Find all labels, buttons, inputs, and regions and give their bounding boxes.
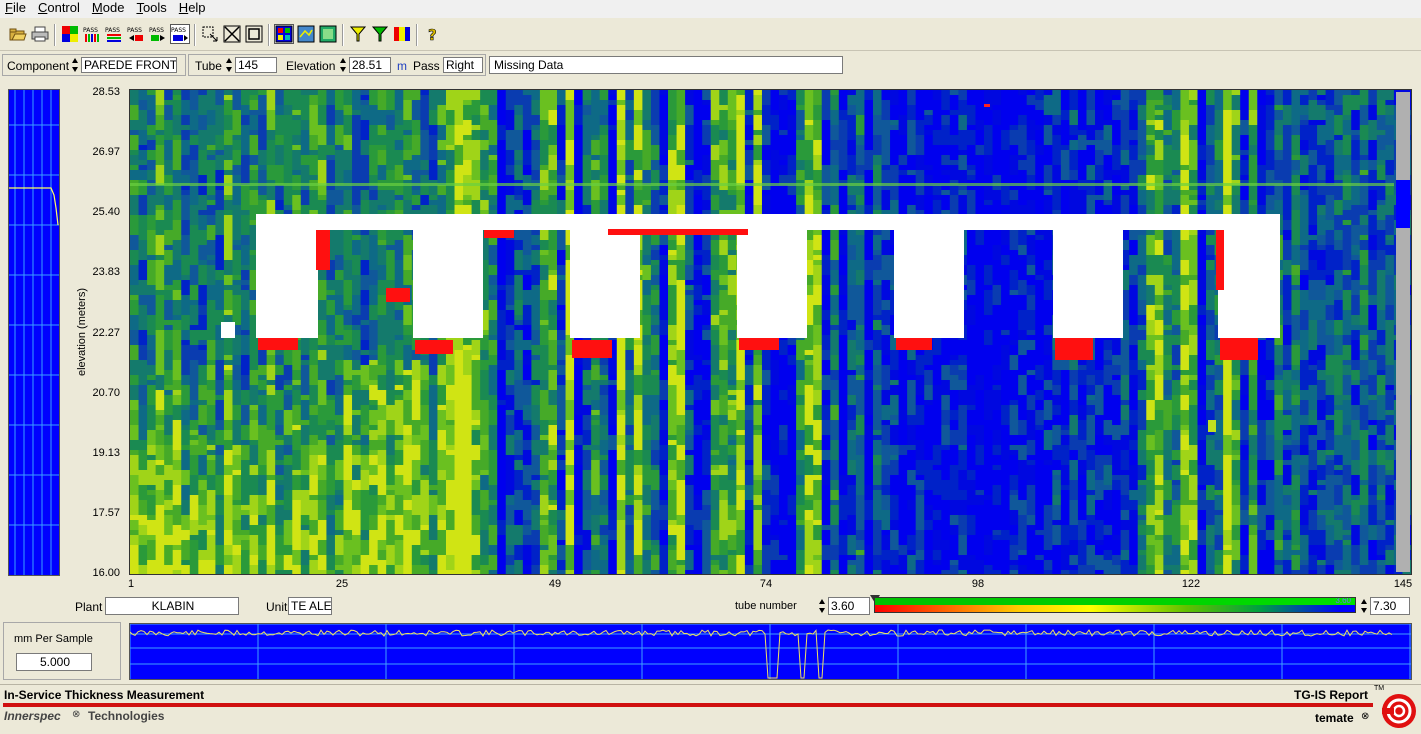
color-max-spinner[interactable] — [1360, 598, 1369, 614]
brand-technologies: Technologies — [88, 709, 164, 723]
x-tick-label: 1 — [111, 578, 151, 590]
plant-label: Plant — [75, 600, 102, 614]
red-divider — [3, 703, 1373, 707]
overview-panel[interactable] — [8, 89, 60, 576]
menu-control[interactable]: Control — [33, 0, 87, 16]
component-spinner[interactable] — [71, 57, 80, 73]
svg-text:PASS: PASS — [127, 27, 142, 34]
y-tick-label: 23.83 — [62, 266, 120, 278]
sample-group: mm Per Sample 5.000 — [3, 622, 121, 680]
svg-text:PASS: PASS — [171, 27, 186, 34]
x-tick-label: 25 — [322, 578, 362, 590]
overview-grid — [9, 90, 59, 575]
fit-icon[interactable] — [222, 24, 242, 44]
elevation-unit: m — [397, 59, 407, 73]
status-bar: In-Service Thickness Measurement TG-IS R… — [0, 684, 1421, 734]
pass-icon-1[interactable]: PASS — [82, 24, 102, 44]
mm-per-sample-label: mm Per Sample — [14, 633, 93, 645]
x-tick-label: 145 — [1383, 578, 1421, 590]
parameter-bar: Component PAREDE FRONTA Tube 145 Elevati… — [0, 52, 1421, 79]
component-label: Component — [7, 59, 69, 73]
x-tick-label: 49 — [535, 578, 575, 590]
y-tick-label: 26.97 — [62, 146, 120, 158]
thickness-heatmap[interactable] — [129, 89, 1412, 575]
status-message: Missing Data — [489, 56, 843, 74]
tube-label: Tube — [195, 59, 222, 73]
color-min-field[interactable]: 3.60 — [828, 597, 870, 615]
unit-field[interactable]: TE ALE — [288, 597, 332, 615]
color-max-field[interactable]: 7.30 — [1370, 597, 1410, 615]
pass-icon-2[interactable]: PASS — [104, 24, 124, 44]
y-tick-label: 22.27 — [62, 327, 120, 339]
component-field[interactable]: PAREDE FRONTA — [81, 57, 177, 73]
y-tick-label: 25.40 — [62, 206, 120, 218]
x-tick-label: 98 — [958, 578, 998, 590]
filter-icon-1[interactable] — [348, 24, 368, 44]
heatmap-canvas — [130, 90, 1411, 574]
color-scale-mid-label: 3.60 — [1335, 597, 1351, 605]
position-group: Tube 145 Elevation 28.51 m Pass Right — [188, 54, 486, 76]
brand-innerspec: Innerspec — [4, 709, 61, 723]
menu-tools[interactable]: Tools — [131, 0, 173, 16]
plant-field[interactable]: KLABIN — [105, 597, 239, 615]
view-icon-1[interactable] — [296, 24, 316, 44]
tube-field[interactable]: 145 — [235, 57, 277, 73]
svg-text:PASS: PASS — [105, 27, 120, 34]
svg-text:?: ? — [428, 26, 437, 43]
palette-icon[interactable] — [392, 24, 412, 44]
mm-per-sample-field[interactable]: 5.000 — [16, 653, 92, 671]
svg-text:PASS: PASS — [83, 27, 98, 34]
pass-icon-4[interactable]: PASS — [148, 24, 168, 44]
svg-text:PASS: PASS — [149, 27, 164, 34]
menu-bar: FileControlModeToolsHelp — [0, 0, 1421, 18]
trademark: TM — [1374, 685, 1384, 692]
zoom-box-icon[interactable] — [244, 24, 264, 44]
report-title: TG-IS Report — [1294, 688, 1368, 702]
select-arrow-icon[interactable] — [200, 24, 220, 44]
open-folder-icon[interactable] — [8, 24, 28, 44]
y-tick-label: 28.53 — [62, 86, 120, 98]
color-grid-icon[interactable] — [60, 24, 80, 44]
pass-label: Pass — [413, 59, 440, 73]
registered-icon-2: ⊗ — [1361, 711, 1369, 722]
color-min-spinner[interactable] — [818, 598, 827, 614]
pass-field[interactable]: Right — [443, 57, 483, 73]
trace-chart — [130, 624, 1411, 679]
y-axis-title: elevation (meters) — [76, 262, 88, 402]
menu-file[interactable]: File — [0, 0, 33, 16]
color-scale-legend[interactable]: 3.60 — [874, 597, 1356, 613]
elevation-label: Elevation — [286, 59, 335, 73]
view-icon-2[interactable] — [318, 24, 338, 44]
y-tick-label: 20.70 — [62, 387, 120, 399]
registered-icon: ⊗ — [72, 709, 80, 720]
x-tick-label: 74 — [746, 578, 786, 590]
temate-logo-icon — [1381, 693, 1417, 729]
tube-spinner[interactable] — [225, 57, 234, 73]
y-tick-label: 19.13 — [62, 447, 120, 459]
y-axis: 28.53 26.97 25.40 23.83 22.27 20.70 19.1… — [62, 86, 128, 581]
x-axis: 1 25 49 74 98 122 145 — [0, 578, 1421, 594]
print-icon[interactable] — [30, 24, 50, 44]
y-tick-label: 17.57 — [62, 507, 120, 519]
filter-icon-2[interactable] — [370, 24, 390, 44]
color-map-icon[interactable] — [274, 24, 294, 44]
toolbar: PASS PASS PASS PASS PASS ? — [0, 20, 1421, 51]
component-group: Component PAREDE FRONTA — [2, 54, 186, 76]
unit-label: Unit — [266, 600, 287, 614]
pass-icon-3[interactable]: PASS — [126, 24, 146, 44]
elevation-spinner[interactable] — [339, 57, 348, 73]
x-axis-title: tube number — [735, 600, 797, 612]
app-title: In-Service Thickness Measurement — [4, 688, 204, 702]
x-tick-label: 122 — [1171, 578, 1211, 590]
brand-temate: temate — [1315, 711, 1354, 725]
pass-icon-5[interactable]: PASS — [170, 24, 190, 44]
elevation-field[interactable]: 28.51 — [349, 57, 391, 73]
menu-mode[interactable]: Mode — [87, 0, 132, 16]
trace-panel[interactable] — [129, 623, 1412, 680]
help-icon[interactable]: ? — [422, 24, 442, 44]
menu-help[interactable]: Help — [174, 0, 213, 16]
